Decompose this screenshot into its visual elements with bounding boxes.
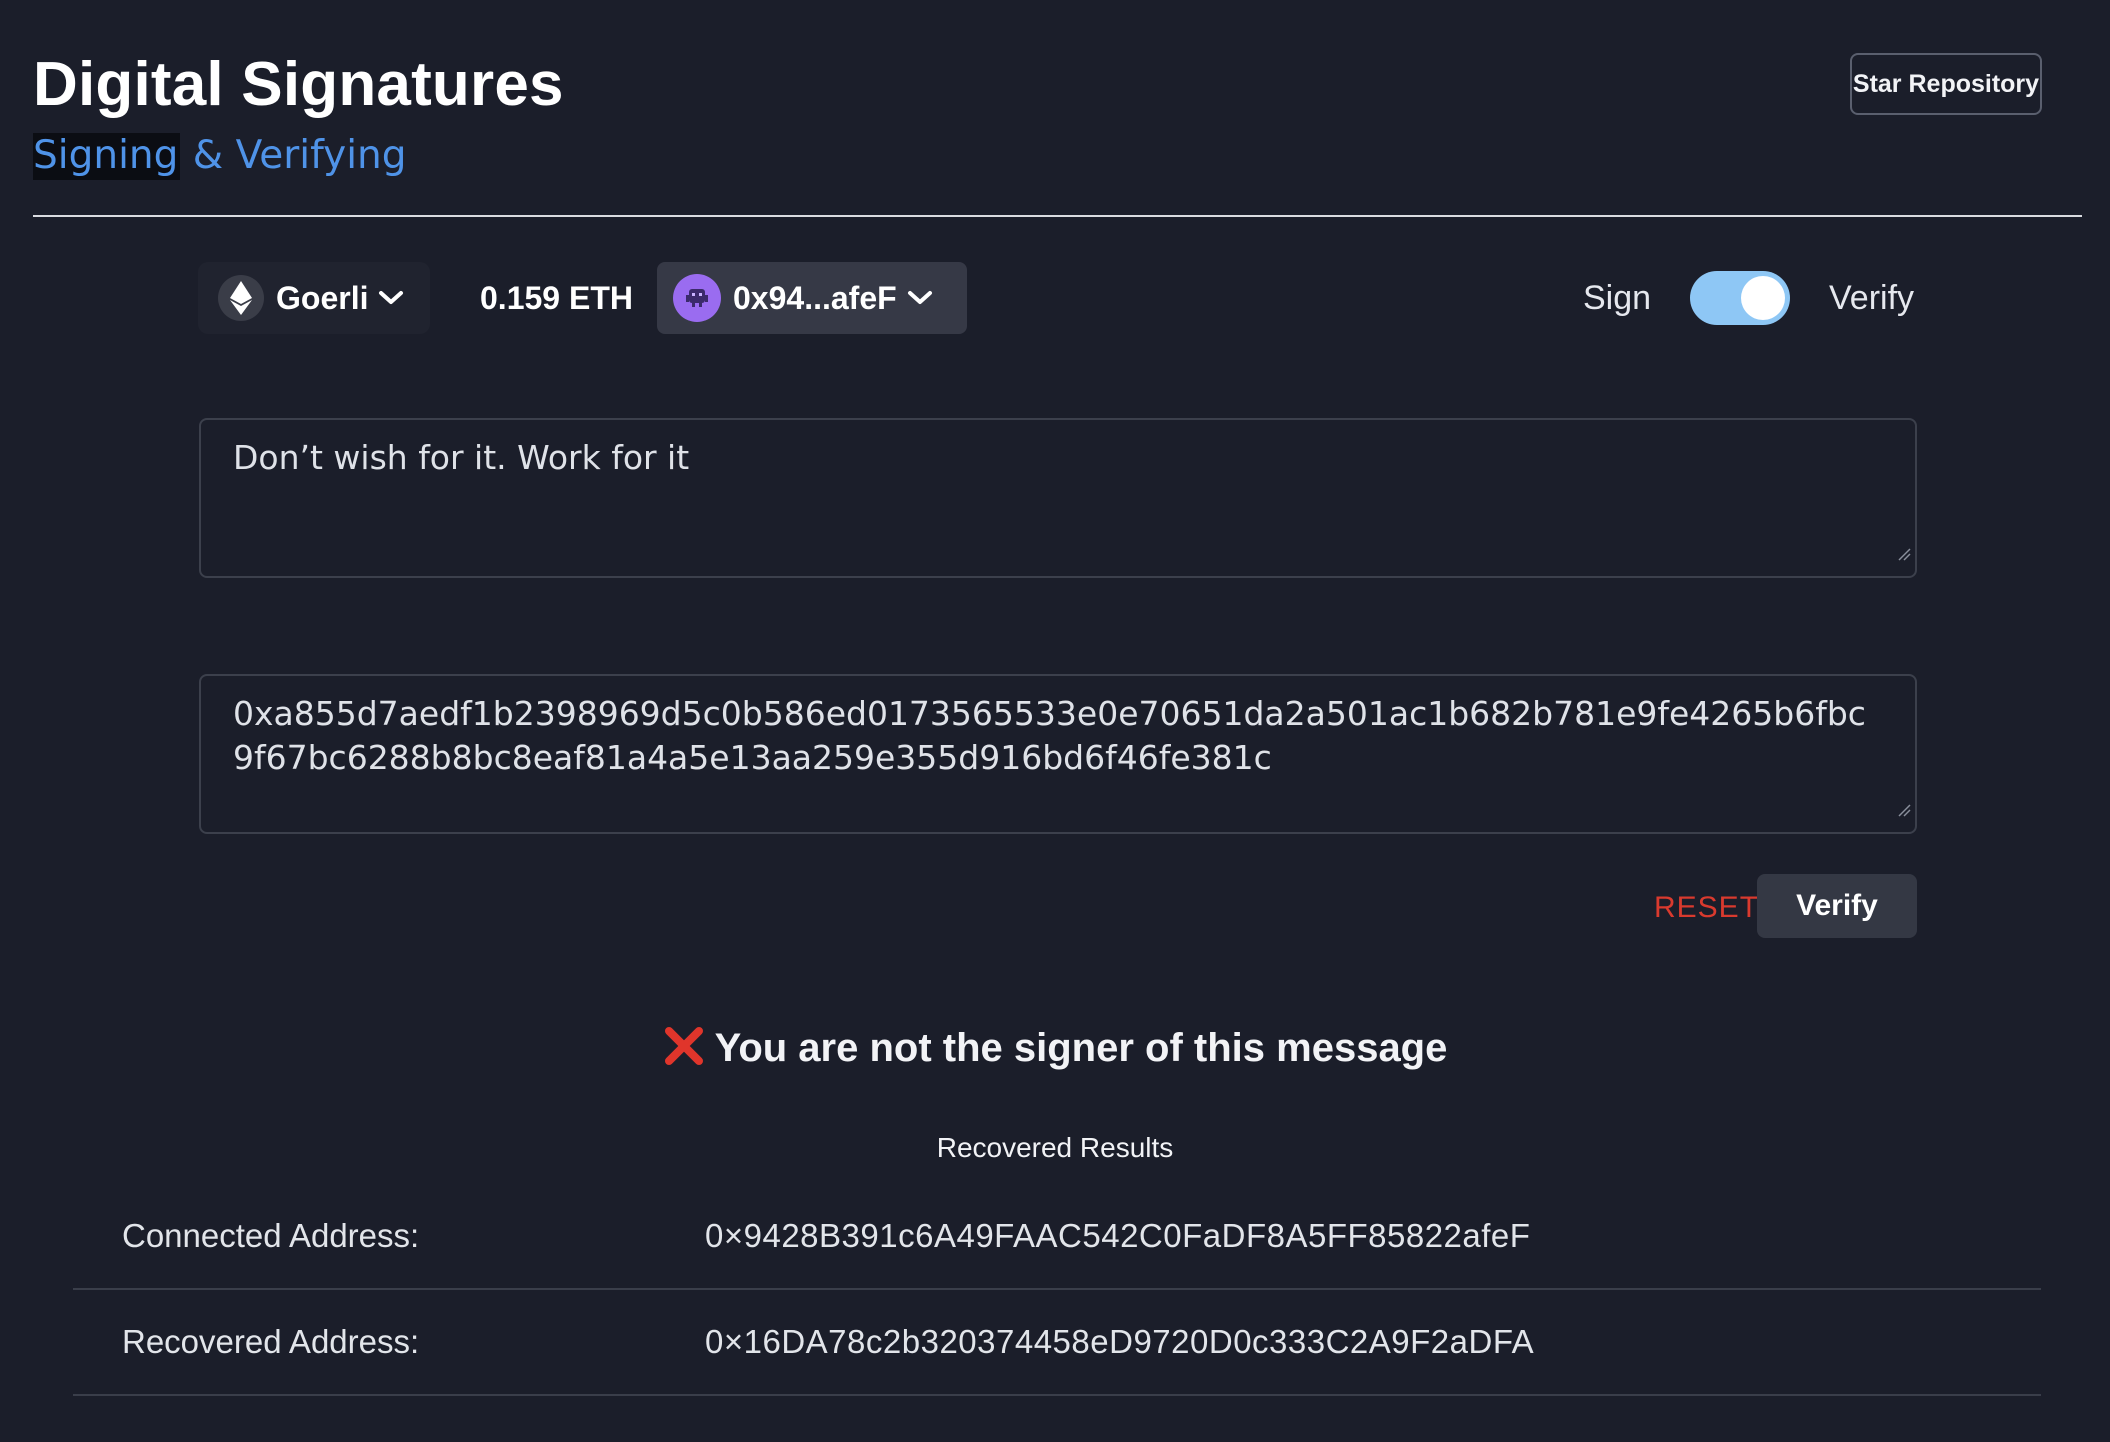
signature-textarea[interactable]: 0xa855d7aedf1b2398969d5c0b586ed017356553… xyxy=(199,674,1917,834)
table-row-divider xyxy=(73,1288,2041,1290)
table-row-divider xyxy=(73,1394,2041,1396)
page-title: Digital Signatures xyxy=(33,50,564,119)
network-selector[interactable]: Goerli xyxy=(198,262,430,334)
account-selector[interactable]: 0x94...afeF xyxy=(657,262,967,334)
result-message: You are not the signer of this message xyxy=(714,1025,1448,1070)
message-text: Don’t wish for it. Work for it xyxy=(233,438,690,477)
message-textarea[interactable]: Don’t wish for it. Work for it xyxy=(199,418,1917,578)
verification-result: You are not the signer of this message xyxy=(0,1018,2110,1078)
recovered-results-title: Recovered Results xyxy=(936,1132,1174,1163)
balance-display: 0.159 ETH xyxy=(480,279,633,316)
resize-handle-icon[interactable] xyxy=(1897,528,1911,572)
mode-verify-label: Verify xyxy=(1829,279,1915,317)
subtitle-rest: & Verifying xyxy=(180,133,407,178)
connected-address-value: 0×9428B391c6A49FAAC542C0FaDF8A5FF85822af… xyxy=(705,1217,1531,1254)
ethereum-icon xyxy=(218,275,264,321)
cross-mark-icon xyxy=(663,1025,705,1072)
subtitle-highlight: Signing xyxy=(33,133,181,180)
signature-text: 0xa855d7aedf1b2398969d5c0b586ed017356553… xyxy=(233,694,1866,777)
toggle-knob xyxy=(1741,276,1785,320)
sign-verify-toggle[interactable] xyxy=(1690,271,1790,325)
chevron-down-icon xyxy=(378,290,404,306)
account-avatar xyxy=(673,274,721,322)
mode-sign-label: Sign xyxy=(1583,279,1652,317)
chevron-down-icon xyxy=(907,290,933,306)
account-address-short: 0x94...afeF xyxy=(733,279,897,316)
connected-address-label: Connected Address: xyxy=(122,1217,420,1254)
star-repository-button[interactable]: Star Repository xyxy=(1850,53,2042,115)
recovered-address-label: Recovered Address: xyxy=(122,1323,420,1360)
header-divider xyxy=(33,215,2082,217)
network-label: Goerli xyxy=(276,279,369,316)
recovered-address-value: 0×16DA78c2b320374458eD9720D0c333C2A9F2aD… xyxy=(705,1323,1535,1360)
resize-handle-icon[interactable] xyxy=(1897,784,1911,828)
reset-button[interactable]: RESET xyxy=(1654,880,1759,936)
verify-button[interactable]: Verify xyxy=(1757,874,1917,938)
page-subtitle: Signing & Verifying xyxy=(33,130,407,182)
